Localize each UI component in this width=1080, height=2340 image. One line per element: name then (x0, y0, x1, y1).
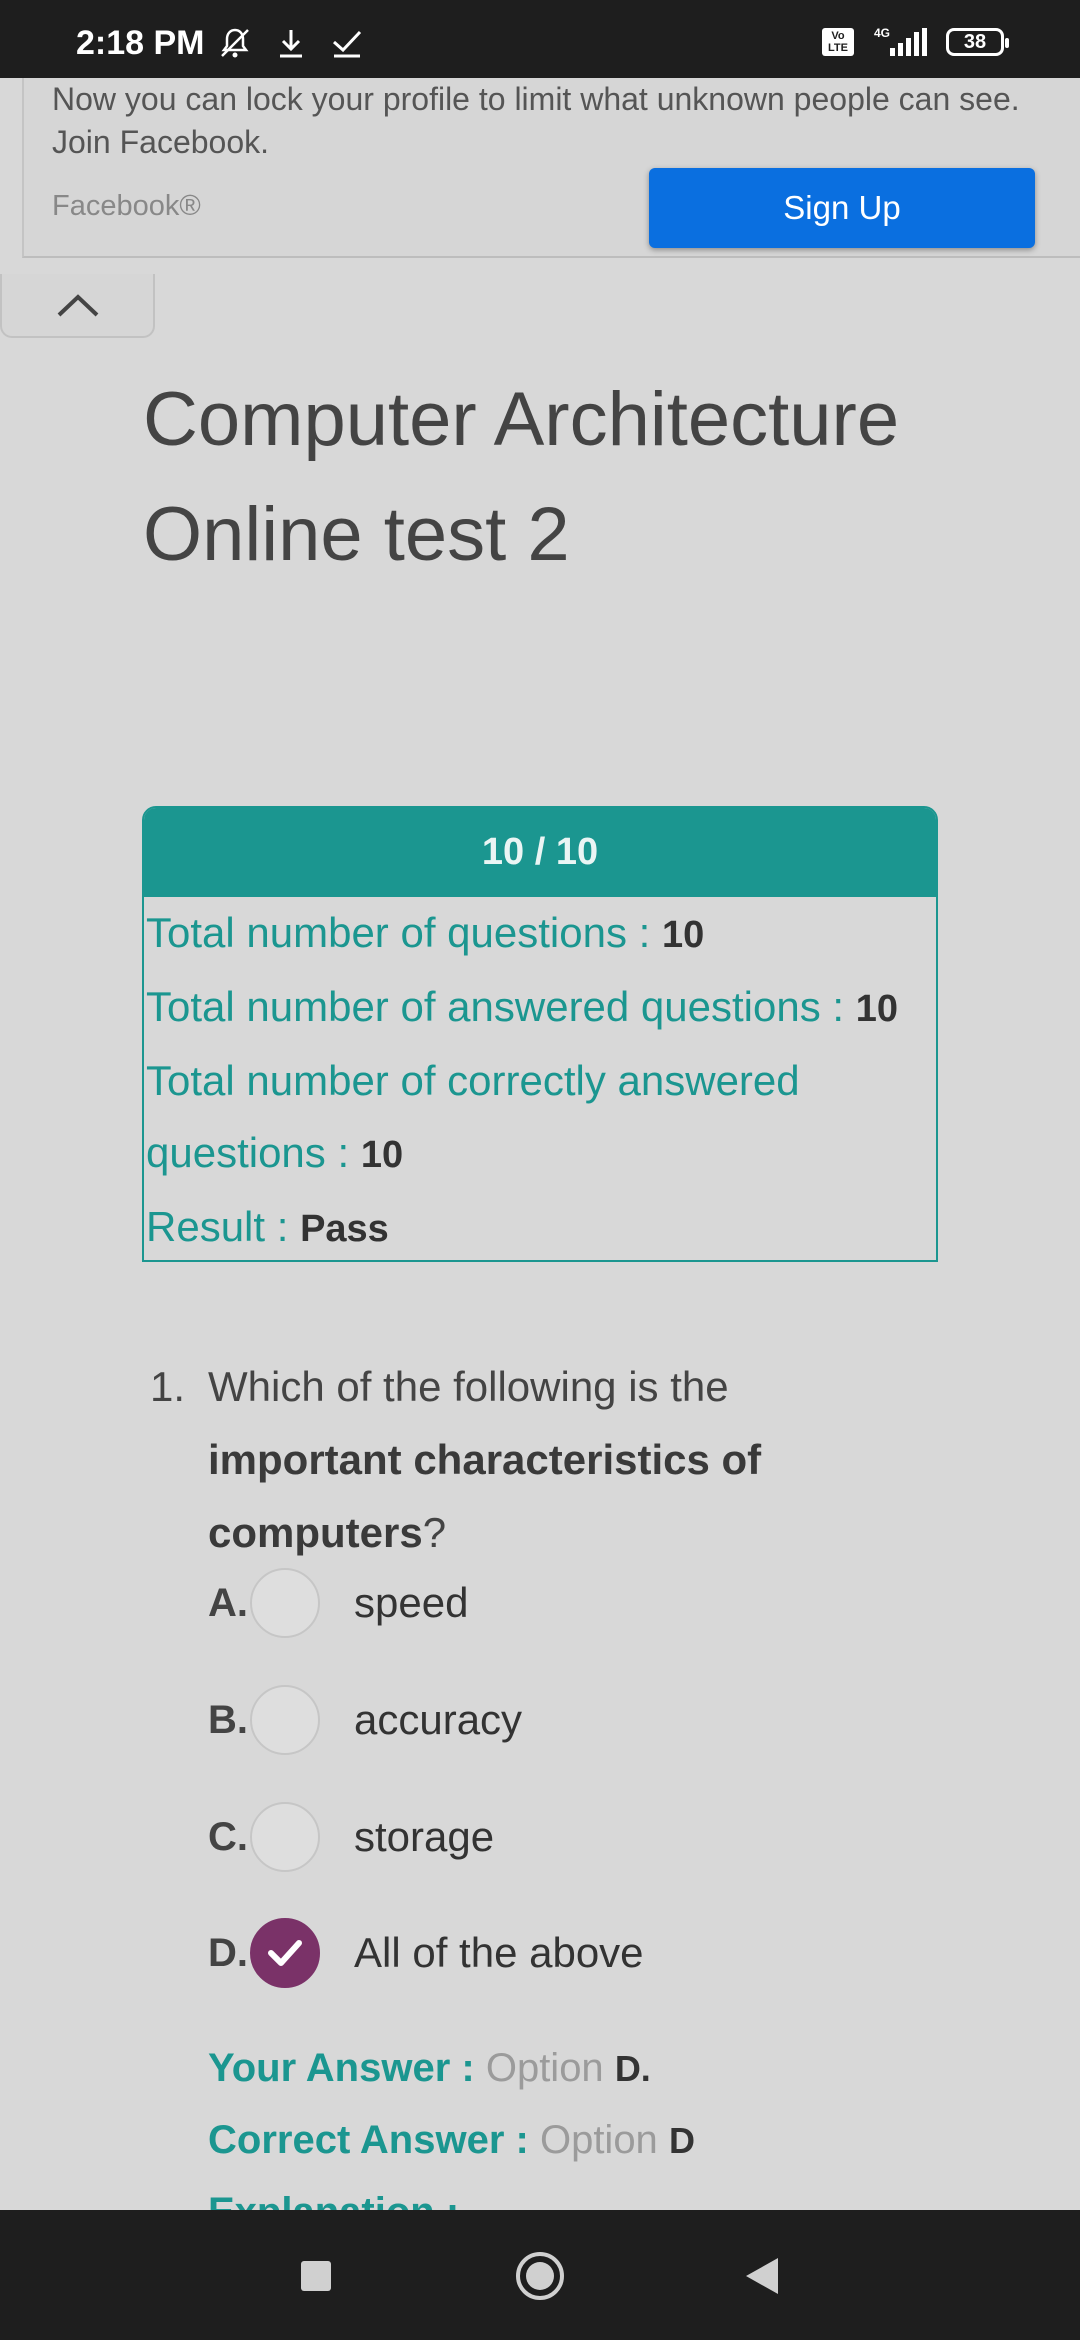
status-bar: 2:18 PM Vo LTE 4G 38 (0, 0, 1080, 78)
option-letter: C. (208, 1814, 248, 1859)
radio-button-checked[interactable] (250, 1918, 320, 1988)
back-button[interactable] (734, 2248, 790, 2304)
notification-icons (218, 26, 364, 60)
score-value: Pass (300, 1208, 389, 1250)
correct-answer-word: Option (539, 2118, 658, 2162)
collapse-ad-button[interactable] (0, 274, 155, 338)
score-label: Total number of questions : (146, 909, 662, 956)
navigation-bar (0, 2210, 1080, 2340)
your-answer: Your Answer : Option D. (208, 2046, 651, 2091)
explanation-text: Explanation : (208, 2190, 459, 2210)
signal-icon: 4G (874, 26, 927, 56)
score-row-total: Total number of questions : 10 (146, 897, 936, 971)
network-type: 4G (874, 26, 890, 40)
correct-answer: Correct Answer : Option D (208, 2118, 695, 2163)
score-value: 10 (360, 1134, 404, 1176)
option-b[interactable]: B. accuracy (208, 1682, 522, 1758)
question-number: 1. (150, 1363, 186, 1410)
circle-icon (516, 2252, 564, 2300)
chevron-up-icon (57, 294, 98, 317)
explanation-label: Explanation : (208, 2190, 459, 2210)
correct-answer-label: Correct Answer : (208, 2118, 529, 2162)
score-value: 10 (661, 914, 705, 956)
score-row-correct: Total number of correctly answered quest… (146, 1045, 926, 1191)
score-label: Result : (146, 1203, 301, 1250)
home-button[interactable] (512, 2248, 568, 2304)
question-text: Which of the following is the important … (208, 1350, 858, 1569)
page-title: Computer Architecture Online test 2 (143, 377, 900, 577)
checkmark-icon (268, 1940, 302, 1966)
option-letter: D. (208, 1930, 248, 1975)
ad-brand: Facebook® (52, 190, 201, 222)
score-value: 10 (855, 988, 899, 1030)
facebook-ad-banner[interactable]: Now you can lock your profile to limit w… (22, 78, 1080, 258)
your-answer-word: Option (485, 2046, 604, 2090)
question-text-part: ? (422, 1509, 447, 1556)
download-icon (280, 30, 302, 58)
correct-answer-value: D (668, 2120, 695, 2161)
score-row-answered: Total number of answered questions : 10 (146, 971, 936, 1045)
volte-icon: Vo LTE (822, 28, 854, 56)
your-answer-label: Your Answer : (208, 2046, 475, 2090)
score-label: Total number of correctly answered quest… (146, 1057, 800, 1176)
check-icon (333, 30, 362, 58)
score-row-result: Result : Pass (146, 1191, 936, 1260)
option-text: accuracy (354, 1696, 523, 1743)
square-icon (301, 2261, 331, 2291)
option-c[interactable]: C. storage (208, 1799, 494, 1875)
score-label: Total number of answered questions : (146, 983, 856, 1030)
battery-icon: 38 (946, 28, 1009, 56)
your-answer-value: D. (614, 2048, 651, 2089)
question-text-bold: important characteristics of computers (208, 1436, 762, 1556)
score-header: 10 / 10 (144, 808, 936, 897)
option-letter: A. (208, 1580, 248, 1625)
score-card: 10 / 10 Total number of questions : 10 T… (142, 806, 938, 1262)
option-text: storage (354, 1813, 495, 1860)
question-text-part: Which of the following is the (208, 1363, 729, 1410)
radio-button[interactable] (250, 1568, 320, 1638)
sign-up-button[interactable]: Sign Up (649, 168, 1035, 248)
radio-button[interactable] (250, 1802, 320, 1872)
bell-off-icon (221, 28, 249, 58)
status-time: 2:18 PM (76, 24, 205, 62)
option-letter: B. (208, 1697, 248, 1742)
option-text: speed (354, 1579, 469, 1626)
option-a[interactable]: A. speed (208, 1565, 468, 1641)
option-text: All of the above (354, 1929, 644, 1976)
radio-button[interactable] (250, 1685, 320, 1755)
system-icons: Vo LTE 4G 38 (822, 26, 1009, 58)
back-triangle-icon (746, 2258, 778, 2294)
ad-text: Now you can lock your profile to limit w… (52, 81, 1020, 160)
recents-button[interactable] (288, 2248, 344, 2304)
option-d[interactable]: D. All of the above (208, 1915, 644, 1991)
